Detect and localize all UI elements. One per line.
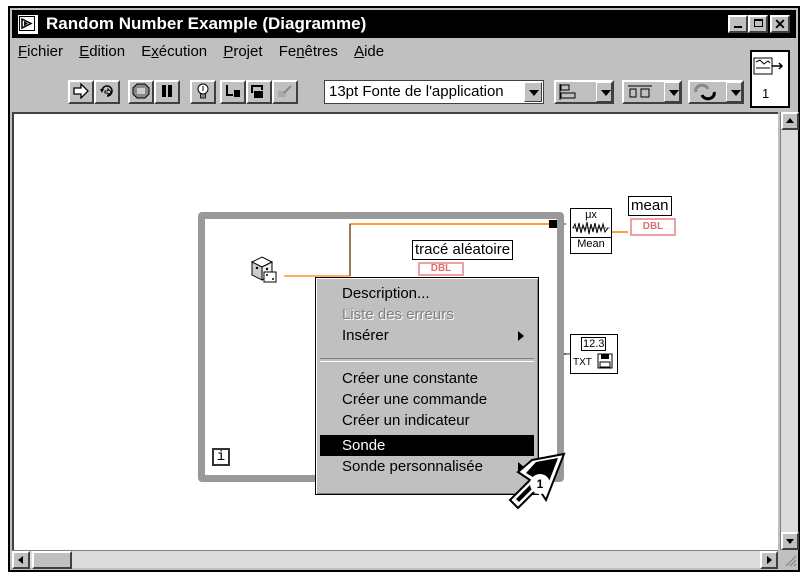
mean-symbol: μx <box>585 209 597 221</box>
step-into-button[interactable] <box>220 80 246 104</box>
menu-fichier[interactable]: Fichier <box>12 40 69 60</box>
close-button[interactable]: ✕ <box>770 15 790 33</box>
random-trace-label[interactable]: tracé aléatoire <box>412 240 514 260</box>
resize-grip-icon[interactable] <box>780 550 798 568</box>
scroll-left-button[interactable] <box>12 551 30 569</box>
font-select[interactable]: 13pt Fonte de l'application <box>324 80 544 104</box>
menu-item-insert[interactable]: Insérer <box>320 325 534 346</box>
step-out-icon <box>278 85 292 97</box>
mean-node-label: Mean <box>571 237 611 250</box>
scroll-right-button[interactable] <box>760 551 778 569</box>
run-continuously-button[interactable] <box>94 80 120 104</box>
numeric-value: 12.3 <box>581 337 607 351</box>
menu-item-create-indicator[interactable]: Créer un indicateur <box>320 410 534 431</box>
align-objects-icon <box>559 84 576 100</box>
step-over-button[interactable] <box>246 80 272 104</box>
run-button[interactable] <box>68 80 94 104</box>
context-menu: Description... Liste des erreurs Insérer… <box>315 277 539 495</box>
reorder-dropdown-arrow-icon <box>726 82 742 102</box>
menu-separator <box>320 358 534 362</box>
run-arrow-icon <box>73 83 89 99</box>
menu-projet[interactable]: Projet <box>217 40 268 60</box>
vertical-scrollbar[interactable] <box>780 112 799 550</box>
menu-item-create-constant[interactable]: Créer une constante <box>320 368 534 389</box>
distribute-dropdown-arrow-icon <box>664 82 680 102</box>
step-out-button[interactable] <box>272 80 298 104</box>
run-continuously-icon <box>100 85 113 97</box>
menu-item-custom-probe[interactable]: Sonde personnalisée <box>320 456 534 477</box>
align-objects-dropdown[interactable] <box>554 80 614 104</box>
font-select-value: 13pt Fonte de l'application <box>329 83 504 100</box>
close-icon: ✕ <box>774 16 786 32</box>
floppy-disk-icon <box>597 353 613 369</box>
mean-label[interactable]: mean <box>628 196 672 216</box>
write-to-text-file-node[interactable]: 12.3 TXT <box>570 334 618 374</box>
menu-edition[interactable]: Edition <box>73 40 131 60</box>
menu-execution[interactable]: Exécution <box>135 40 213 60</box>
step-into-icon <box>226 85 240 97</box>
labview-window: Random Number Example (Diagramme) ✕ Fich… <box>8 6 800 572</box>
text-file-label: TXT <box>573 357 592 368</box>
abort-button[interactable] <box>128 80 154 104</box>
labview-app-icon <box>18 15 38 34</box>
context-help-number: 1 <box>762 86 770 101</box>
menu-item-probe[interactable]: Sonde <box>320 435 534 456</box>
block-diagram-canvas[interactable]: i tracé aléatoire DBL μx Mean mean DBL 1… <box>12 112 778 550</box>
vi-icon <box>753 57 784 75</box>
highlight-execution-button[interactable] <box>190 80 216 104</box>
callout-number: 1 <box>530 474 550 494</box>
menu-item-error-list: Liste des erreurs <box>342 306 454 323</box>
scroll-up-button[interactable] <box>781 112 799 130</box>
probe-cursor-callout: 1 <box>508 448 572 518</box>
minimize-icon <box>734 26 742 28</box>
scroll-down-button[interactable] <box>781 532 799 550</box>
reorder-dropdown[interactable] <box>688 80 744 104</box>
toolbar: 13pt Fonte de l'application <box>12 66 744 112</box>
align-dropdown-arrow-icon <box>596 82 612 102</box>
submenu-arrow-icon <box>518 331 524 341</box>
random-number-function[interactable] <box>248 254 280 286</box>
distribute-objects-dropdown[interactable] <box>622 80 682 104</box>
abort-stop-icon <box>132 83 150 99</box>
reorder-icon <box>694 83 716 101</box>
distribute-objects-icon <box>628 85 652 98</box>
font-dropdown-arrow-icon <box>524 82 542 102</box>
window-title: Random Number Example (Diagramme) <box>46 14 367 33</box>
horizontal-scroll-thumb[interactable] <box>32 551 72 569</box>
dice-icon <box>250 256 277 283</box>
menu-item-description[interactable]: Description... <box>320 283 534 304</box>
menu-item-create-control[interactable]: Créer une commande <box>320 389 534 410</box>
menu-fenetres[interactable]: Fenêtres <box>273 40 344 60</box>
menu-bar: Fichier Edition Exécution Projet Fenêtre… <box>12 40 738 64</box>
waveform-icon <box>572 221 610 235</box>
maximize-icon <box>753 19 763 27</box>
context-help-icon-pane[interactable]: 1 <box>750 50 790 108</box>
random-trace-indicator[interactable]: DBL <box>418 262 464 276</box>
menu-aide[interactable]: Aide <box>348 40 390 60</box>
title-bar[interactable]: Random Number Example (Diagramme) ✕ <box>12 10 796 38</box>
horizontal-scrollbar[interactable] <box>12 550 778 569</box>
lightbulb-icon <box>197 83 209 99</box>
step-over-icon <box>251 85 263 98</box>
pause-button[interactable] <box>154 80 180 104</box>
mean-function-node[interactable]: μx Mean <box>570 208 612 254</box>
pause-icon <box>162 85 172 97</box>
minimize-button[interactable] <box>728 15 748 33</box>
loop-iteration-terminal[interactable]: i <box>212 448 230 466</box>
maximize-button[interactable] <box>748 15 768 33</box>
mean-indicator[interactable]: DBL <box>630 218 676 236</box>
